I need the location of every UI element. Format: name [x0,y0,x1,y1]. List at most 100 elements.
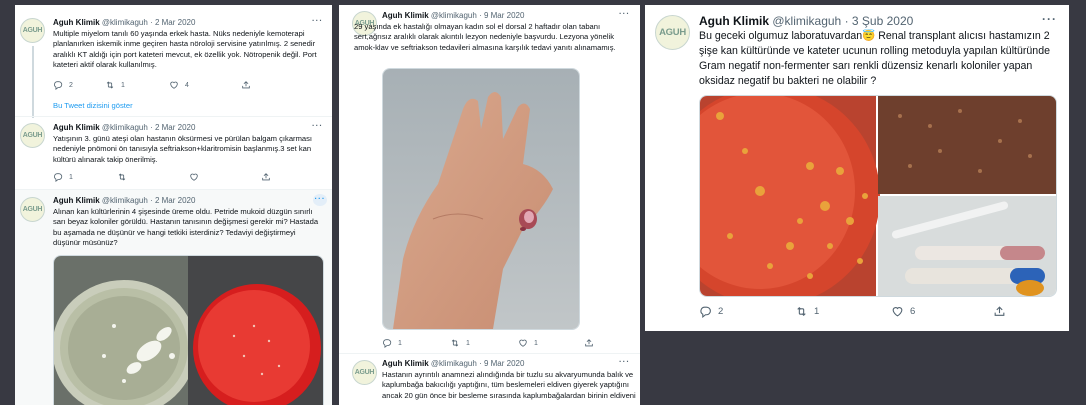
author-name[interactable]: Aguh Klimik [382,359,429,368]
more-icon[interactable]: ··· [312,16,323,25]
retweet-button[interactable]: 1 [450,338,518,348]
divider [339,353,640,354]
like-count: 6 [910,306,916,317]
retweet-icon [117,172,127,182]
show-thread-link[interactable]: Bu Tweet dizisini göster [53,101,133,110]
tweet-header: Aguh Klimik @klimikaguh · 2 Mar 2020 [53,123,195,132]
reply-icon [53,172,63,182]
tweet-date[interactable]: · 9 Mar 2020 [479,359,524,368]
author-handle[interactable]: @klimikaguh [102,196,148,205]
author-handle[interactable]: @klimikaguh [102,123,148,132]
share-icon [241,80,251,90]
reply-button[interactable]: 1 [382,338,450,348]
reply-count: 1 [69,173,73,181]
like-button[interactable] [189,172,261,182]
tweet-date[interactable]: · 2 Mar 2020 [150,196,195,205]
like-icon [189,172,199,182]
tweet-header: Aguh Klimik @klimikaguh · 3 Şub 2020 [699,14,913,28]
author-name[interactable]: Aguh Klimik [382,11,429,20]
avatar[interactable]: AGUH [655,15,690,50]
author-name[interactable]: Aguh Klimik [53,123,100,132]
reply-icon [699,305,712,318]
avatar[interactable]: AGUH [352,360,377,385]
more-icon[interactable]: ··· [619,357,630,366]
divider [15,116,332,117]
author-handle[interactable]: @klimikaguh [102,18,148,27]
like-icon [169,80,179,90]
share-button[interactable] [993,305,1006,318]
tweet-text: Yatışının 3. günü ateşi olan hastanın ök… [53,134,313,164]
more-icon[interactable]: ··· [1042,12,1057,26]
author-name[interactable]: Aguh Klimik [53,18,100,27]
tweet-text: Hastanın ayrıntılı anamnezi alındığında … [382,370,636,400]
reply-button[interactable]: 2 [53,80,105,90]
retweet-icon [105,80,115,90]
tweet-actions: 2 1 4 [53,80,251,90]
thread-line [32,46,34,118]
tweet-date[interactable]: · 2 Mar 2020 [150,18,195,27]
retweet-icon [450,338,460,348]
tweet-text: Alınan kan kültürlerinin 4 şişesinde üre… [53,207,319,248]
tweet-header: Aguh Klimik @klimikaguh · 9 Mar 2020 [382,359,524,368]
like-icon [518,338,528,348]
tweet-actions: 1 1 1 [382,338,594,348]
more-icon[interactable]: ··· [312,121,323,130]
share-button[interactable] [584,338,594,348]
avatar[interactable]: AGUH [20,123,45,148]
reply-count: 1 [398,339,402,347]
like-count: 4 [185,81,189,89]
author-handle[interactable]: @klimikaguh [431,11,477,20]
reply-button[interactable]: 1 [53,172,117,182]
tweet-actions: 1 [53,172,271,182]
retweet-count: 1 [466,339,470,347]
reply-count: 2 [69,81,73,89]
avatar[interactable]: AGUH [20,197,45,222]
share-button[interactable] [241,80,251,90]
tweet-date[interactable]: · 9 Mar 2020 [479,11,524,20]
share-button[interactable] [261,172,271,182]
tweet-header: Aguh Klimik @klimikaguh · 2 Mar 2020 [53,196,195,205]
more-icon[interactable]: ··· [313,194,327,206]
tweet-media[interactable] [382,68,580,330]
share-icon [993,305,1006,318]
author-name[interactable]: Aguh Klimik [53,196,100,205]
thread-panel-left: AGUH Aguh Klimik @klimikaguh · 2 Mar 202… [15,5,332,405]
like-button[interactable]: 6 [891,305,993,318]
tweet-text: Multiple miyelom tanılı 60 yaşında erkek… [53,29,317,70]
tweet-date[interactable]: · 2 Mar 2020 [150,123,195,132]
retweet-count: 1 [814,306,820,317]
hand-lesion-image [383,69,579,329]
retweet-button[interactable]: 1 [105,80,169,90]
avatar[interactable]: AGUH [20,18,45,43]
tweet-text: Bu geceki olgumuz laboratuvardan😇 Renal … [699,30,1050,87]
tweet-header: Aguh Klimik @klimikaguh · 9 Mar 2020 [382,11,524,20]
reply-count: 2 [718,306,724,317]
tweet-header: Aguh Klimik @klimikaguh · 2 Mar 2020 [53,18,195,27]
author-handle[interactable]: @klimikaguh [431,359,477,368]
agar-plates-image [54,256,323,405]
reply-button[interactable]: 2 [699,305,795,318]
like-button[interactable]: 1 [518,338,584,348]
like-button[interactable]: 4 [169,80,241,90]
retweet-count: 1 [121,81,125,89]
share-icon [584,338,594,348]
tweet-actions: 2 1 6 [699,305,1006,318]
like-count: 1 [534,339,538,347]
more-icon[interactable]: ··· [619,9,630,18]
tweet-media[interactable] [699,95,1057,297]
retweet-icon [795,305,808,318]
author-handle[interactable]: @klimikaguh [772,14,841,28]
like-icon [891,305,904,318]
retweet-button[interactable]: 1 [795,305,891,318]
tweet-date[interactable]: · 3 Şub 2020 [845,14,914,28]
tweet-panel-right: AGUH Aguh Klimik @klimikaguh · 3 Şub 202… [645,5,1069,331]
tweet-media[interactable] [53,255,324,405]
bacterial-culture-images [700,96,1056,296]
tweet-text: 29 yaşında ek hastalığı olmayan kadın so… [354,22,616,52]
thread-panel-middle: AGUH Aguh Klimik @klimikaguh · 9 Mar 202… [339,5,640,405]
author-name[interactable]: Aguh Klimik [699,14,769,28]
retweet-button[interactable] [117,172,189,182]
reply-icon [382,338,392,348]
share-icon [261,172,271,182]
reply-icon [53,80,63,90]
